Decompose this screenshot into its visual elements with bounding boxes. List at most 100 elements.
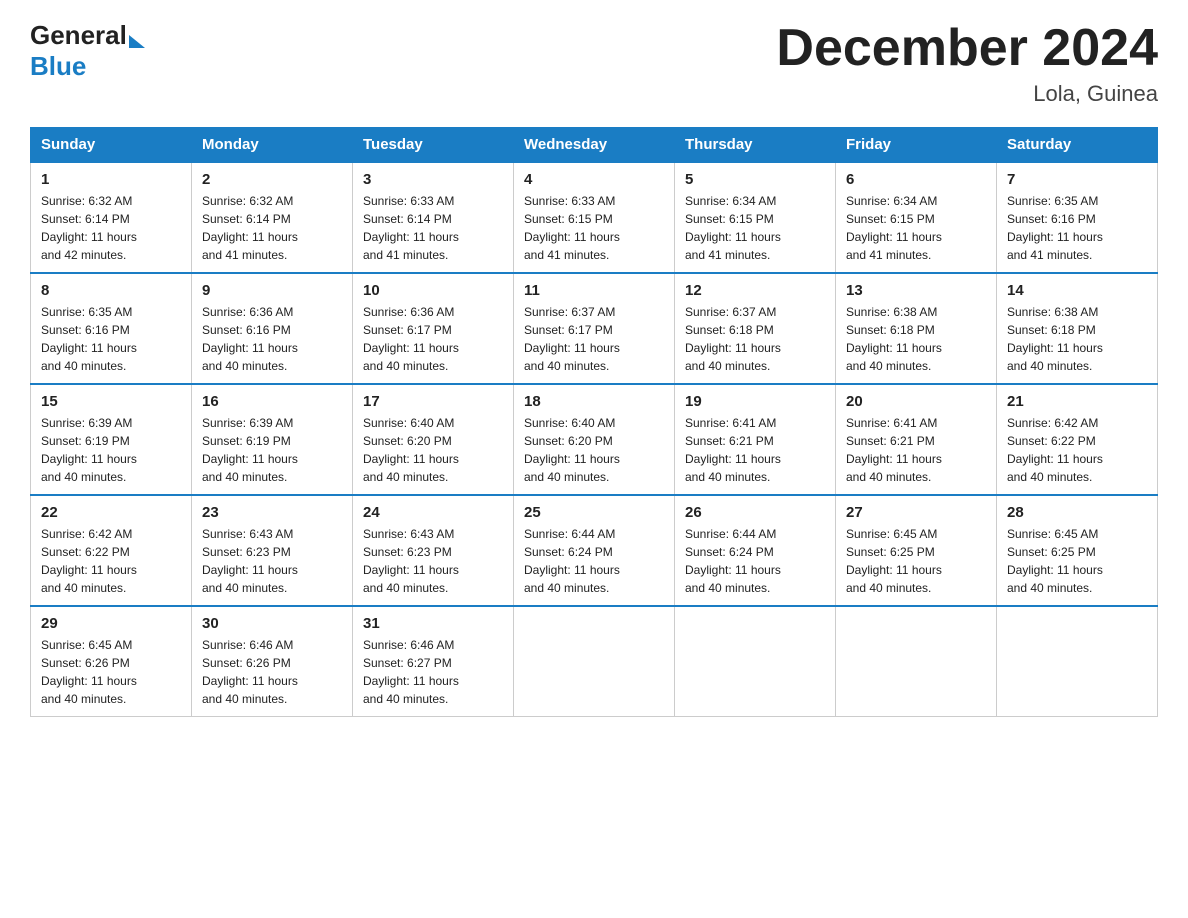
day-info: Sunrise: 6:34 AMSunset: 6:15 PMDaylight:… [685,192,825,264]
day-info: Sunrise: 6:32 AMSunset: 6:14 PMDaylight:… [202,192,342,264]
calendar-cell: 10 Sunrise: 6:36 AMSunset: 6:17 PMDaylig… [353,273,514,384]
day-info: Sunrise: 6:32 AMSunset: 6:14 PMDaylight:… [41,192,181,264]
calendar-cell: 17 Sunrise: 6:40 AMSunset: 6:20 PMDaylig… [353,384,514,495]
title-area: December 2024 Lola, Guinea [776,20,1158,107]
calendar-cell: 24 Sunrise: 6:43 AMSunset: 6:23 PMDaylig… [353,495,514,606]
day-number: 2 [202,171,342,188]
day-number: 31 [363,615,503,632]
calendar-cell: 14 Sunrise: 6:38 AMSunset: 6:18 PMDaylig… [997,273,1158,384]
day-number: 10 [363,282,503,299]
day-number: 7 [1007,171,1147,188]
calendar-cell: 20 Sunrise: 6:41 AMSunset: 6:21 PMDaylig… [836,384,997,495]
day-info: Sunrise: 6:42 AMSunset: 6:22 PMDaylight:… [41,525,181,597]
day-number: 15 [41,393,181,410]
day-number: 18 [524,393,664,410]
day-number: 22 [41,504,181,521]
calendar-cell [675,606,836,717]
calendar-week-row: 1 Sunrise: 6:32 AMSunset: 6:14 PMDayligh… [31,162,1158,273]
day-info: Sunrise: 6:46 AMSunset: 6:27 PMDaylight:… [363,636,503,708]
day-info: Sunrise: 6:46 AMSunset: 6:26 PMDaylight:… [202,636,342,708]
day-info: Sunrise: 6:37 AMSunset: 6:18 PMDaylight:… [685,303,825,375]
calendar-cell: 28 Sunrise: 6:45 AMSunset: 6:25 PMDaylig… [997,495,1158,606]
column-header-sunday: Sunday [31,128,192,163]
day-number: 6 [846,171,986,188]
calendar-cell: 15 Sunrise: 6:39 AMSunset: 6:19 PMDaylig… [31,384,192,495]
day-number: 8 [41,282,181,299]
day-info: Sunrise: 6:40 AMSunset: 6:20 PMDaylight:… [524,414,664,486]
day-number: 28 [1007,504,1147,521]
day-number: 20 [846,393,986,410]
calendar-cell: 26 Sunrise: 6:44 AMSunset: 6:24 PMDaylig… [675,495,836,606]
calendar-cell: 8 Sunrise: 6:35 AMSunset: 6:16 PMDayligh… [31,273,192,384]
day-info: Sunrise: 6:40 AMSunset: 6:20 PMDaylight:… [363,414,503,486]
calendar-cell [997,606,1158,717]
day-info: Sunrise: 6:36 AMSunset: 6:17 PMDaylight:… [363,303,503,375]
day-number: 3 [363,171,503,188]
day-number: 4 [524,171,664,188]
calendar-cell: 23 Sunrise: 6:43 AMSunset: 6:23 PMDaylig… [192,495,353,606]
day-number: 24 [363,504,503,521]
day-info: Sunrise: 6:35 AMSunset: 6:16 PMDaylight:… [1007,192,1147,264]
calendar-week-row: 22 Sunrise: 6:42 AMSunset: 6:22 PMDaylig… [31,495,1158,606]
day-info: Sunrise: 6:39 AMSunset: 6:19 PMDaylight:… [41,414,181,486]
calendar-cell: 13 Sunrise: 6:38 AMSunset: 6:18 PMDaylig… [836,273,997,384]
calendar-week-row: 8 Sunrise: 6:35 AMSunset: 6:16 PMDayligh… [31,273,1158,384]
logo-arrow-icon [129,35,145,48]
day-info: Sunrise: 6:36 AMSunset: 6:16 PMDaylight:… [202,303,342,375]
calendar-header-row: SundayMondayTuesdayWednesdayThursdayFrid… [31,128,1158,163]
calendar-cell [836,606,997,717]
day-info: Sunrise: 6:43 AMSunset: 6:23 PMDaylight:… [202,525,342,597]
calendar-cell: 21 Sunrise: 6:42 AMSunset: 6:22 PMDaylig… [997,384,1158,495]
column-header-thursday: Thursday [675,128,836,163]
column-header-saturday: Saturday [997,128,1158,163]
logo: General Blue [30,20,145,82]
calendar-cell: 29 Sunrise: 6:45 AMSunset: 6:26 PMDaylig… [31,606,192,717]
calendar-cell: 31 Sunrise: 6:46 AMSunset: 6:27 PMDaylig… [353,606,514,717]
calendar-cell: 7 Sunrise: 6:35 AMSunset: 6:16 PMDayligh… [997,162,1158,273]
column-header-wednesday: Wednesday [514,128,675,163]
calendar-cell [514,606,675,717]
calendar-cell: 18 Sunrise: 6:40 AMSunset: 6:20 PMDaylig… [514,384,675,495]
calendar-cell: 5 Sunrise: 6:34 AMSunset: 6:15 PMDayligh… [675,162,836,273]
day-number: 27 [846,504,986,521]
day-info: Sunrise: 6:45 AMSunset: 6:26 PMDaylight:… [41,636,181,708]
day-info: Sunrise: 6:33 AMSunset: 6:14 PMDaylight:… [363,192,503,264]
page-header: General Blue December 2024 Lola, Guinea [30,20,1158,107]
day-number: 9 [202,282,342,299]
calendar-table: SundayMondayTuesdayWednesdayThursdayFrid… [30,127,1158,717]
day-number: 5 [685,171,825,188]
day-number: 16 [202,393,342,410]
day-info: Sunrise: 6:45 AMSunset: 6:25 PMDaylight:… [1007,525,1147,597]
calendar-cell: 16 Sunrise: 6:39 AMSunset: 6:19 PMDaylig… [192,384,353,495]
calendar-cell: 9 Sunrise: 6:36 AMSunset: 6:16 PMDayligh… [192,273,353,384]
day-info: Sunrise: 6:42 AMSunset: 6:22 PMDaylight:… [1007,414,1147,486]
day-number: 19 [685,393,825,410]
day-number: 1 [41,171,181,188]
month-title: December 2024 [776,20,1158,77]
day-number: 14 [1007,282,1147,299]
day-number: 17 [363,393,503,410]
logo-blue-text: Blue [30,51,145,82]
day-info: Sunrise: 6:38 AMSunset: 6:18 PMDaylight:… [846,303,986,375]
calendar-cell: 30 Sunrise: 6:46 AMSunset: 6:26 PMDaylig… [192,606,353,717]
day-info: Sunrise: 6:44 AMSunset: 6:24 PMDaylight:… [524,525,664,597]
day-info: Sunrise: 6:38 AMSunset: 6:18 PMDaylight:… [1007,303,1147,375]
calendar-week-row: 15 Sunrise: 6:39 AMSunset: 6:19 PMDaylig… [31,384,1158,495]
location-label: Lola, Guinea [776,81,1158,107]
day-number: 11 [524,282,664,299]
calendar-cell: 11 Sunrise: 6:37 AMSunset: 6:17 PMDaylig… [514,273,675,384]
calendar-cell: 1 Sunrise: 6:32 AMSunset: 6:14 PMDayligh… [31,162,192,273]
day-info: Sunrise: 6:41 AMSunset: 6:21 PMDaylight:… [685,414,825,486]
day-number: 23 [202,504,342,521]
day-info: Sunrise: 6:33 AMSunset: 6:15 PMDaylight:… [524,192,664,264]
column-header-tuesday: Tuesday [353,128,514,163]
day-number: 21 [1007,393,1147,410]
calendar-cell: 19 Sunrise: 6:41 AMSunset: 6:21 PMDaylig… [675,384,836,495]
day-info: Sunrise: 6:34 AMSunset: 6:15 PMDaylight:… [846,192,986,264]
day-info: Sunrise: 6:44 AMSunset: 6:24 PMDaylight:… [685,525,825,597]
day-info: Sunrise: 6:45 AMSunset: 6:25 PMDaylight:… [846,525,986,597]
column-header-monday: Monday [192,128,353,163]
day-info: Sunrise: 6:43 AMSunset: 6:23 PMDaylight:… [363,525,503,597]
day-number: 29 [41,615,181,632]
calendar-cell: 4 Sunrise: 6:33 AMSunset: 6:15 PMDayligh… [514,162,675,273]
